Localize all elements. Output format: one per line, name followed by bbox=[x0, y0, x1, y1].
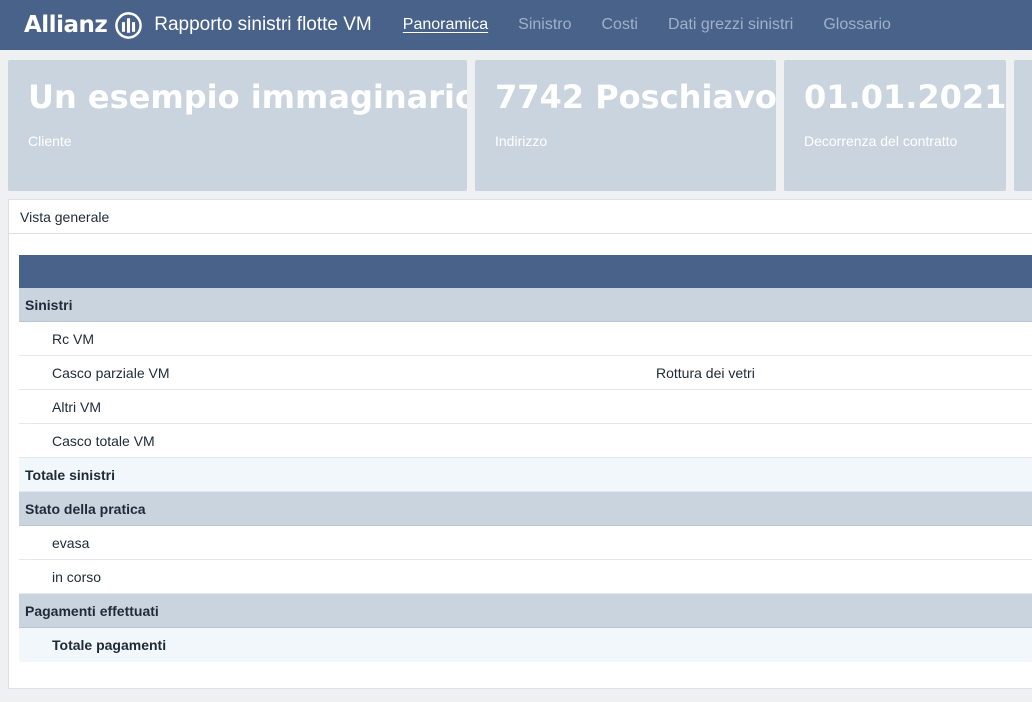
row-label: in corso bbox=[52, 568, 102, 585]
kpi-card-decorrenza: 01.01.2021 Decorrenza del contratto bbox=[784, 60, 1006, 191]
overview-panel: Vista generale Sinistri Rc VM Casco parz… bbox=[8, 199, 1032, 689]
kpi-value: 7742 Poschiavo bbox=[495, 78, 776, 116]
kpi-card-partial bbox=[1014, 60, 1032, 191]
table-row: evasa bbox=[19, 526, 1032, 560]
row-label: Altri VM bbox=[52, 398, 101, 415]
row-label: evasa bbox=[52, 534, 90, 551]
row-label: Totale sinistri bbox=[25, 466, 115, 483]
table-row: Casco parziale VM Rottura dei vetri bbox=[19, 356, 1032, 390]
row-detail: Rottura dei vetri bbox=[656, 364, 755, 381]
row-label: Sinistri bbox=[25, 296, 73, 313]
allianz-logo-icon bbox=[115, 11, 143, 39]
kpi-card-cliente: Un esempio immaginario Cliente bbox=[8, 60, 467, 191]
nav-tab-dati-grezzi-sinistri[interactable]: Dati grezzi sinistri bbox=[668, 16, 793, 34]
table-row: Rc VM bbox=[19, 322, 1032, 356]
table-row-group-sinistri: Sinistri bbox=[19, 288, 1032, 322]
table-row-group-pagamenti: Pagamenti effettuati bbox=[19, 594, 1032, 628]
table-row-total-pagamenti: Totale pagamenti bbox=[19, 628, 1032, 662]
kpi-label: Indirizzo bbox=[495, 133, 548, 149]
nav-tab-panoramica[interactable]: Panoramica bbox=[403, 16, 488, 34]
brand[interactable]: Allianz bbox=[24, 11, 143, 40]
kpi-card-indirizzo: 7742 Poschiavo Indirizzo bbox=[475, 60, 776, 191]
main-nav: Panoramica Sinistro Costi Dati grezzi si… bbox=[403, 16, 921, 34]
app-title: Rapporto sinistri flotte VM bbox=[154, 14, 372, 35]
kpi-label: Cliente bbox=[28, 133, 72, 149]
panel-title: Vista generale bbox=[9, 200, 1032, 234]
table-row: Altri VM bbox=[19, 390, 1032, 424]
table-header bbox=[19, 255, 1032, 288]
overview-table: Sinistri Rc VM Casco parziale VM Rottura… bbox=[19, 255, 1032, 662]
brand-wordmark: Allianz bbox=[24, 12, 108, 38]
nav-tab-sinistro[interactable]: Sinistro bbox=[518, 16, 571, 34]
row-label: Stato della pratica bbox=[25, 500, 146, 517]
row-label: Casco parziale VM bbox=[52, 364, 170, 381]
row-label: Rc VM bbox=[52, 330, 94, 347]
nav-tab-glossario[interactable]: Glossario bbox=[823, 16, 891, 34]
kpi-value: Un esempio immaginario bbox=[28, 78, 467, 116]
table-row: in corso bbox=[19, 560, 1032, 594]
kpi-label: Decorrenza del contratto bbox=[804, 133, 958, 149]
row-label: Totale pagamenti bbox=[52, 637, 167, 653]
table-row-group-stato: Stato della pratica bbox=[19, 492, 1032, 526]
top-navigation-bar: Allianz Rapporto sinistri flotte VM Pano… bbox=[0, 0, 1032, 50]
nav-tab-costi[interactable]: Costi bbox=[602, 16, 638, 34]
kpi-value: 01.01.2021 bbox=[804, 78, 1006, 116]
table-row-total-sinistri: Totale sinistri bbox=[19, 458, 1032, 492]
row-label: Casco totale VM bbox=[52, 432, 155, 449]
row-label: Pagamenti effettuati bbox=[25, 602, 159, 619]
table-row: Casco totale VM bbox=[19, 424, 1032, 458]
